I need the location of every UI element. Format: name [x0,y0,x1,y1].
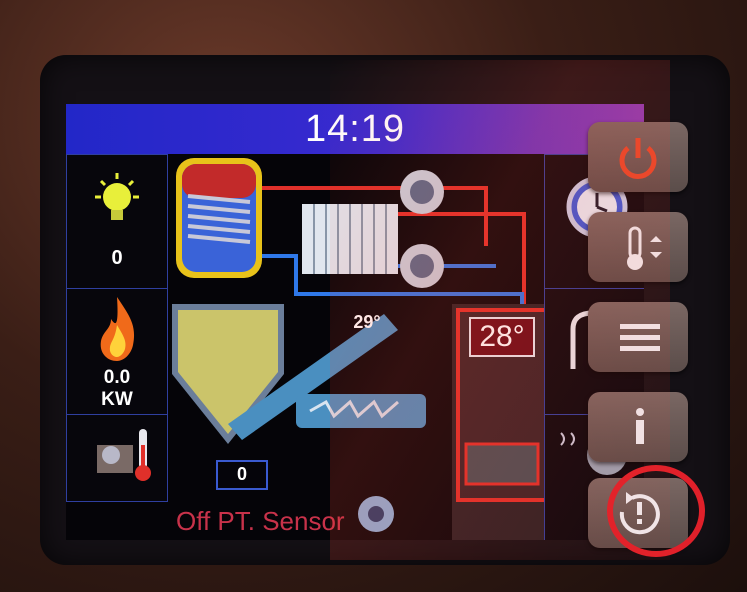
fan-thermometer-icon [97,429,151,481]
power-icon [619,138,657,179]
light-value: 0 [111,247,123,269]
feeder-speed-box: 0 [216,460,268,490]
status-message: Off PT. Sensor [176,506,345,536]
thermometer-adjust-icon [627,226,662,270]
power-button[interactable] [588,122,688,192]
menu-icon [620,324,660,351]
controller-screen: 14:19 0 0.0 KW 29° 28° 0 Off PT. Sensor [66,104,644,540]
boiler-temperature: 28° [479,320,525,353]
temperature-button[interactable] [588,212,688,282]
pellet-hopper [172,304,284,444]
pump-heating [400,170,444,214]
feeder-speed-value: 0 [236,464,247,484]
power-value: 0.0 [103,367,131,388]
radiator [302,204,398,274]
exhaust-panel[interactable] [66,414,168,502]
hot-water-tank [176,158,262,278]
menu-button[interactable] [588,302,688,372]
outside-temperature: 29° [353,312,381,332]
pump-water [400,244,444,288]
light-panel[interactable]: 0 [66,154,168,290]
info-icon [636,408,644,444]
feeder-fan [358,496,394,532]
info-button[interactable] [588,392,688,462]
clock-display: 14:19 [304,108,406,150]
power-unit: KW [101,389,133,410]
power-panel[interactable]: 0.0 KW [66,288,168,416]
highlight-circle [607,465,705,557]
